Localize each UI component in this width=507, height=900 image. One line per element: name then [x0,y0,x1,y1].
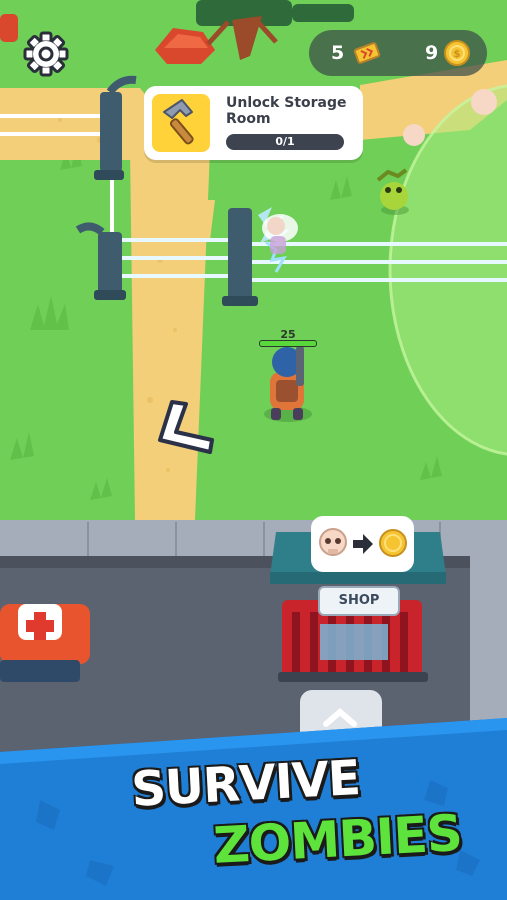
shop-sign: SHOP [318,586,400,616]
ticket-count: 5 [331,42,345,64]
medkit-bed [0,604,90,682]
arrow-right-icon [353,534,373,554]
hammer-icon [163,99,194,145]
floating-skull-2 [403,124,425,146]
objective-icon-box [152,94,210,152]
skull-icon [319,528,347,556]
gear-icon [23,31,69,77]
currency-bar: 5 9 $ [309,30,487,76]
objective-progress-bar: 0/1 [226,134,344,150]
svg-text:$: $ [454,49,461,60]
exchange-icons [319,528,407,557]
coin-count: 9 [425,42,439,64]
gold-coin-icon [379,529,407,557]
shop-sign-label: SHOP [338,593,380,608]
floating-skull-1 [471,89,497,115]
player-hp-fill [260,341,316,346]
objective-title: Unlock Storage Room [226,95,347,127]
objective-progress-text: 0/1 [275,135,295,148]
gold-coin-icon: $ [444,40,470,66]
objective-card[interactable]: Unlock Storage Room 0/1 [144,86,363,160]
player-hp-bar [259,340,317,347]
game-scene[interactable]: 5 9 $ Unlock Storage Room 0/1 25 SHOP SU… [0,0,507,900]
ticket-icon [353,42,381,64]
shop-exchange-bubble[interactable] [311,516,414,572]
settings-button[interactable] [22,30,70,78]
